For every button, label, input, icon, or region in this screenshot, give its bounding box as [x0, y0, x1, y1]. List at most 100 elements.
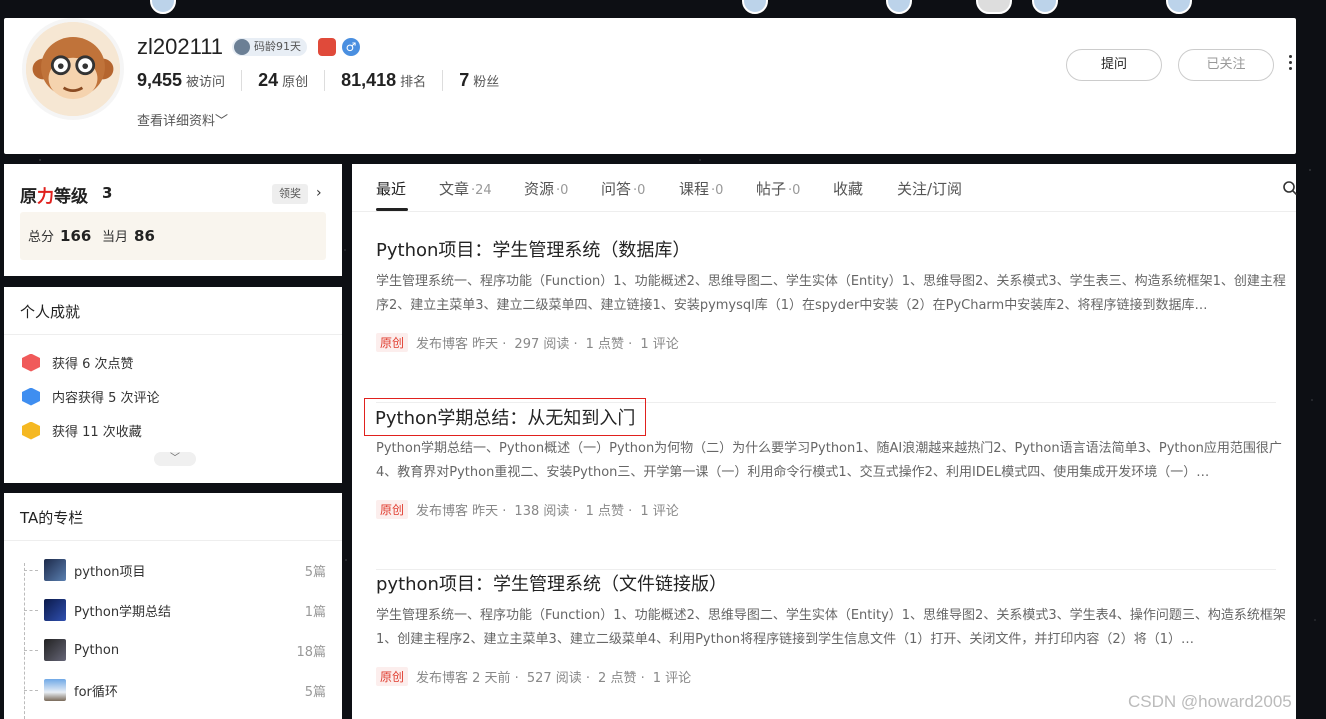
- article-title[interactable]: Python项目：学生管理系统（数据库）: [376, 236, 690, 262]
- claim-reward-button[interactable]: 领奖: [272, 184, 308, 204]
- article-title[interactable]: python项目：学生管理系统（文件链接版）: [376, 570, 727, 596]
- level-title-part: 原: [20, 187, 37, 207]
- tab-posts[interactable]: 帖子 ·0: [756, 178, 800, 199]
- achievement-item: 获得 11 次收藏: [22, 421, 142, 440]
- tab-label: 资源: [524, 180, 555, 198]
- article-item[interactable]: Python项目：学生管理系统（数据库） 学生管理系统一、程序功能（Functi…: [376, 236, 1300, 403]
- tab-articles[interactable]: 文章 ·24: [439, 178, 492, 199]
- columns-card: TA的专栏 python项目 5篇 Python学期总结 1篇 Python 1…: [4, 493, 342, 719]
- stat-label: 粉丝: [473, 75, 500, 90]
- avatar[interactable]: [22, 18, 124, 120]
- columns-title: TA的专栏: [4, 493, 342, 541]
- stat-number: 24: [258, 70, 279, 90]
- gender-male-icon: ♂: [342, 38, 360, 56]
- chevron-down-icon: ﹀: [215, 114, 229, 129]
- like-count: 1 点赞 ·: [585, 504, 633, 519]
- achievement-text: 获得 11 次收藏: [52, 425, 142, 440]
- column-item[interactable]: Python学期总结 1篇: [24, 598, 326, 622]
- followed-button[interactable]: 已关注: [1178, 49, 1274, 81]
- publish-info: 发布博客 昨天 ·: [416, 504, 507, 519]
- column-item[interactable]: python项目 5篇: [24, 558, 326, 582]
- tab-recent[interactable]: 最近: [376, 178, 406, 199]
- achievement-text: 获得 6 次点赞: [52, 357, 134, 372]
- like-hex-icon: [22, 353, 40, 372]
- article-item[interactable]: Python学期总结：从无知到入门 Python学期总结一、Python概述（一…: [364, 398, 1300, 570]
- csdn-watermark: CSDN @howard2005: [1128, 692, 1292, 711]
- article-description: Python学期总结一、Python概述（一）Python为何物（二）为什么要学…: [376, 441, 1282, 480]
- comment-count: 1 评论: [640, 337, 679, 352]
- view-details-link[interactable]: 查看详细资料﹀: [137, 110, 228, 129]
- header-decoration: [0, 0, 1326, 18]
- tab-following[interactable]: 关注/订阅: [897, 178, 962, 199]
- tab-count: ·0: [556, 183, 569, 198]
- stat-original[interactable]: 24 原创: [241, 70, 324, 91]
- tab-label: 收藏: [833, 180, 864, 198]
- read-count: 138 阅读 ·: [514, 504, 578, 519]
- code-age-badge[interactable]: 码龄91天: [232, 38, 307, 56]
- view-details-text: 查看详细资料: [137, 114, 216, 129]
- like-count: 2 点赞 ·: [598, 671, 645, 686]
- column-count: 1篇: [304, 604, 326, 620]
- total-score: 总分 166: [28, 226, 91, 245]
- profile-stats: 9,455 被访问 24 原创 81,418 排名 7 粉丝: [137, 70, 515, 91]
- stat-label: 被访问: [186, 75, 226, 90]
- column-item[interactable]: Python 18篇: [24, 638, 326, 662]
- column-count: 5篇: [304, 564, 326, 580]
- achievement-item: 内容获得 5 次评论: [22, 387, 160, 406]
- score-box: 总分 166 当月 86: [20, 212, 326, 260]
- column-thumbnail: [44, 559, 66, 581]
- tab-resources[interactable]: 资源 ·0: [524, 178, 568, 199]
- stat-fans[interactable]: 7 粉丝: [442, 70, 515, 91]
- stat-rank[interactable]: 81,418 排名: [324, 70, 442, 91]
- like-count: 1 点赞 ·: [585, 337, 633, 352]
- stat-label: 排名: [400, 75, 427, 90]
- blogger-badge-icon[interactable]: [318, 38, 336, 56]
- tab-count: ·0: [788, 183, 801, 198]
- article-description: 学生管理系统一、程序功能（Function）1、功能概述2、思维导图二、学生实体…: [376, 608, 1286, 647]
- publish-info: 发布博客 2 天前 ·: [416, 671, 519, 686]
- profile-header: zl202111 码龄91天 ♂ 9,455 被访问 24 原创 81,418 …: [4, 18, 1296, 154]
- more-options-icon[interactable]: [1286, 52, 1294, 76]
- tab-favorites[interactable]: 收藏: [833, 178, 863, 199]
- column-thumbnail: [44, 639, 66, 661]
- level-value: 3: [102, 184, 113, 202]
- tab-count: ·24: [471, 183, 492, 198]
- achievement-text: 内容获得 5 次评论: [52, 391, 160, 406]
- tab-label: 课程: [679, 180, 710, 198]
- tab-label: 最近: [376, 180, 407, 198]
- username: zl202111: [137, 34, 224, 59]
- chevron-right-icon[interactable]: ›: [316, 185, 322, 201]
- tab-courses[interactable]: 课程 ·0: [679, 178, 723, 199]
- search-icon[interactable]: [1282, 180, 1298, 196]
- achievements-title: 个人成就: [4, 287, 342, 335]
- article-meta: 原创 发布博客 2 天前 · 527 阅读 · 2 点赞 · 1 评论: [376, 667, 699, 686]
- comment-count: 1 评论: [640, 504, 679, 519]
- article-meta: 原创 发布博客 昨天 · 297 阅读 · 1 点赞 · 1 评论: [376, 333, 687, 352]
- stat-number: 9,455: [137, 70, 183, 90]
- tab-count: ·0: [633, 183, 646, 198]
- month-score-value: 86: [134, 227, 155, 245]
- total-score-value: 166: [60, 227, 92, 245]
- ask-question-button[interactable]: 提问: [1066, 49, 1162, 81]
- stat-visits[interactable]: 9,455 被访问: [137, 70, 241, 91]
- achievement-item: 获得 6 次点赞: [22, 353, 134, 372]
- stat-label: 原创: [282, 75, 309, 90]
- article-title[interactable]: Python学期总结：从无知到入门: [364, 398, 647, 436]
- column-name: python项目: [74, 564, 146, 580]
- tab-count: ·0: [711, 183, 724, 198]
- total-score-label: 总分: [28, 230, 55, 245]
- column-name: for循环: [74, 684, 118, 700]
- column-name: Python学期总结: [74, 604, 172, 620]
- column-thumbnail: [44, 599, 66, 621]
- level-card: 原力等级 3 领奖 › 总分 166 当月 86: [4, 164, 342, 276]
- tree-branch: [24, 689, 38, 691]
- read-count: 297 阅读 ·: [514, 337, 578, 352]
- article-description: 学生管理系统一、程序功能（Function）1、功能概述2、思维导图二、学生实体…: [376, 274, 1286, 313]
- stat-number: 81,418: [341, 70, 397, 90]
- tab-qa[interactable]: 问答 ·0: [601, 178, 645, 199]
- comment-hex-icon: [22, 387, 40, 406]
- main-content: 最近 文章 ·24 资源 ·0 问答 ·0 课程 ·0 帖子 ·0 收藏 关注/订阅 Py…: [352, 164, 1298, 719]
- expand-chevron-icon[interactable]: ﹀: [154, 452, 196, 466]
- level-title-part: 等级: [54, 187, 88, 207]
- column-item[interactable]: for循环 5篇: [24, 678, 326, 702]
